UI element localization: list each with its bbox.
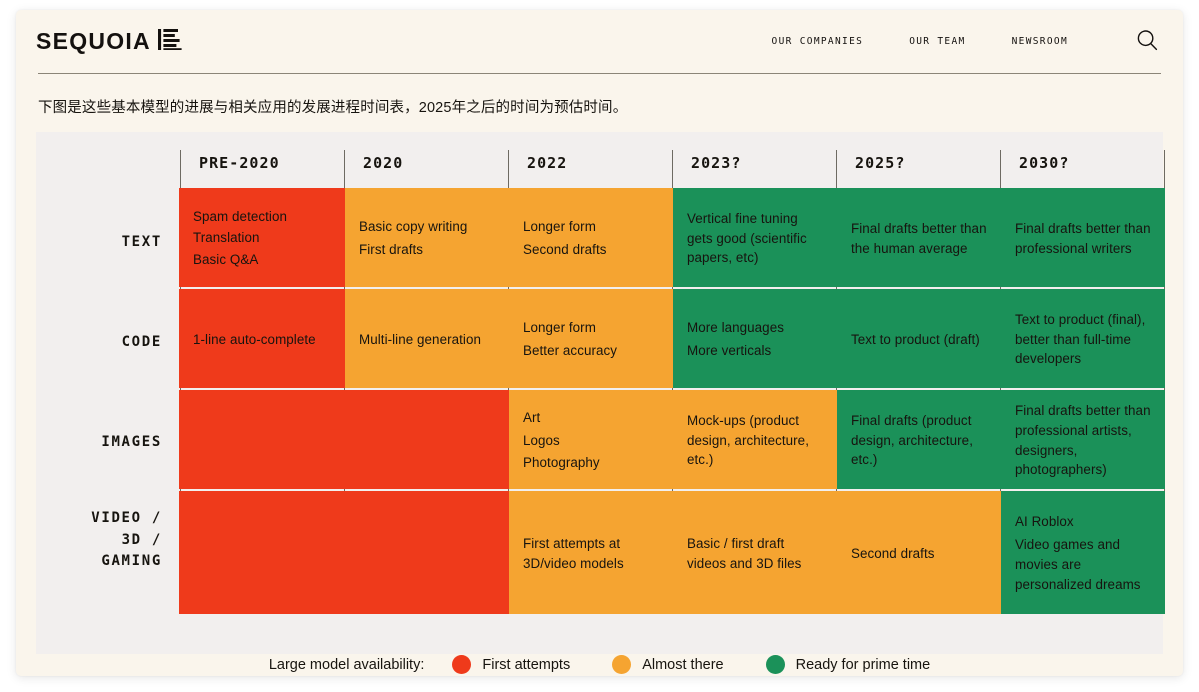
column-header-2030: 2030? bbox=[1019, 154, 1070, 172]
cell-images-2030: Final drafts better than professional ar… bbox=[1001, 390, 1165, 489]
cell-line: Final drafts better than professional ar… bbox=[1015, 402, 1151, 478]
cell-line: Basic copy writing bbox=[359, 219, 468, 235]
cell-video-2020 bbox=[345, 491, 509, 614]
logo-wordmark: SEQUOIA bbox=[36, 28, 151, 54]
cell-line: Longer form bbox=[523, 320, 596, 336]
cell-line: Vertical fine tuning gets good (scientif… bbox=[687, 210, 807, 266]
row-header-code: CODE bbox=[121, 334, 162, 350]
cell-line: Final drafts (product design, architectu… bbox=[851, 412, 973, 468]
sequoia-logo[interactable]: SEQUOIA bbox=[36, 28, 182, 56]
timeline-grid: PRE-2020 2020 2022 2023? 2025? 2030? TEX… bbox=[36, 132, 1165, 654]
cell-line: Translation bbox=[193, 230, 260, 246]
legend-item-almost-there: Almost there bbox=[612, 655, 724, 674]
column-header-2023: 2023? bbox=[691, 154, 742, 172]
cell-line: AI Roblox bbox=[1015, 514, 1074, 530]
cell-text-2020: Basic copy writing First drafts bbox=[345, 188, 509, 287]
legend-dot-amber bbox=[612, 655, 632, 674]
page-root: SEQUOIA OUR COMPANIES OUR TEAM NEWSROOM bbox=[0, 0, 1199, 692]
cell-line: Second drafts bbox=[851, 545, 935, 561]
cell-line: Basic / first draft videos and 3D files bbox=[687, 535, 802, 571]
cell-line: Basic Q&A bbox=[193, 251, 259, 267]
site-header: SEQUOIA OUR COMPANIES OUR TEAM NEWSROOM bbox=[16, 10, 1183, 73]
cell-line: Photography bbox=[523, 455, 600, 471]
cell-video-2022: First attempts at 3D/video models bbox=[509, 491, 673, 614]
header-divider bbox=[38, 73, 1161, 74]
cell-line: More verticals bbox=[687, 343, 772, 358]
cell-line: Video games and movies are personalized … bbox=[1015, 537, 1141, 592]
cell-line: Second drafts bbox=[523, 242, 607, 257]
column-header-2022: 2022 bbox=[527, 154, 568, 172]
cell-line: Mock-ups (product design, architecture, … bbox=[687, 412, 809, 468]
legend-dot-green bbox=[765, 655, 785, 674]
cell-line: Better accuracy bbox=[523, 343, 618, 358]
search-button[interactable] bbox=[1136, 29, 1158, 54]
legend-dot-red bbox=[452, 655, 472, 674]
legend-title: Large model availability: bbox=[268, 656, 425, 673]
cell-line: Final drafts better than the human avera… bbox=[851, 220, 987, 256]
cell-video-2023: Basic / first draft videos and 3D files bbox=[673, 491, 837, 614]
row-header-images: IMAGES bbox=[101, 434, 162, 450]
cell-line: 1-line auto-complete bbox=[193, 331, 316, 347]
cell-line: Text to product (final), better than ful… bbox=[1015, 311, 1146, 367]
column-header-2025: 2025? bbox=[855, 154, 906, 172]
cell-text-2030: Final drafts better than professional wr… bbox=[1001, 188, 1165, 287]
sequoia-mark-icon bbox=[157, 28, 182, 56]
cell-line: Final drafts better than professional wr… bbox=[1015, 220, 1151, 256]
legend-label-almost-there: Almost there bbox=[642, 656, 724, 673]
cell-code-2030: Text to product (final), better than ful… bbox=[1001, 289, 1165, 388]
cell-code-2022: Longer form Better accuracy bbox=[509, 289, 673, 388]
cell-code-2020: Multi-line generation bbox=[345, 289, 509, 388]
cell-line: First drafts bbox=[359, 242, 424, 257]
column-header-2020: 2020 bbox=[363, 154, 404, 172]
cell-video-2030: AI Roblox Video games and movies are per… bbox=[1001, 491, 1165, 614]
timeline-chart-panel: PRE-2020 2020 2022 2023? 2025? 2030? TEX… bbox=[36, 132, 1165, 654]
cell-text-2023: Vertical fine tuning gets good (scientif… bbox=[673, 188, 837, 287]
legend-item-ready-for-prime-time: Ready for prime time bbox=[765, 655, 931, 674]
nav-item-newsroom[interactable]: NEWSROOM bbox=[1012, 36, 1068, 47]
cell-line: More languages bbox=[687, 320, 784, 336]
cell-line: Text to product (draft) bbox=[851, 331, 980, 347]
cell-text-2025: Final drafts better than the human avera… bbox=[837, 188, 1001, 287]
main-nav: OUR COMPANIES OUR TEAM NEWSROOM bbox=[772, 29, 1158, 54]
cell-text-2022: Longer form Second drafts bbox=[509, 188, 673, 287]
cell-text-pre-2020: Spam detection Translation Basic Q&A bbox=[179, 188, 345, 287]
nav-item-our-companies[interactable]: OUR COMPANIES bbox=[772, 36, 864, 47]
intro-caption: 下图是这些基本模型的进展与相关应用的发展进程时间表，2025年之后的时间为预估时… bbox=[38, 100, 628, 116]
legend-label-ready-for-prime-time: Ready for prime time bbox=[795, 656, 931, 673]
cell-line: Art bbox=[523, 409, 541, 425]
cell-line: Logos bbox=[523, 432, 560, 448]
cell-video-2025: Second drafts bbox=[837, 491, 1001, 614]
cell-line: Longer form bbox=[523, 219, 596, 235]
cell-line: First attempts at 3D/video models bbox=[523, 535, 624, 571]
cell-line: Spam detection bbox=[193, 208, 287, 224]
cell-images-2023: Mock-ups (product design, architecture, … bbox=[673, 390, 837, 489]
cell-video-pre-2020 bbox=[179, 491, 345, 614]
cell-code-2023: More languages More verticals bbox=[673, 289, 837, 388]
cell-images-2025: Final drafts (product design, architectu… bbox=[837, 390, 1001, 489]
legend-item-first-attempts: First attempts bbox=[452, 655, 570, 674]
column-header-pre-2020: PRE-2020 bbox=[199, 154, 280, 172]
chart-legend: Large model availability: First attempts… bbox=[16, 655, 1183, 674]
legend-label-first-attempts: First attempts bbox=[482, 656, 571, 673]
nav-item-our-team[interactable]: OUR TEAM bbox=[909, 36, 965, 47]
cell-images-2020 bbox=[345, 390, 509, 489]
cell-images-pre-2020 bbox=[179, 390, 345, 489]
row-header-text: TEXT bbox=[121, 234, 162, 250]
cell-code-pre-2020: 1-line auto-complete bbox=[179, 289, 345, 388]
cell-line: Multi-line generation bbox=[359, 331, 481, 347]
cell-code-2025: Text to product (draft) bbox=[837, 289, 1001, 388]
search-icon bbox=[1136, 29, 1158, 54]
cell-images-2022: Art Logos Photography bbox=[509, 390, 673, 489]
row-header-video-3d-gaming: VIDEO / 3D / GAMING bbox=[91, 510, 162, 570]
content-card: SEQUOIA OUR COMPANIES OUR TEAM NEWSROOM bbox=[16, 10, 1183, 676]
